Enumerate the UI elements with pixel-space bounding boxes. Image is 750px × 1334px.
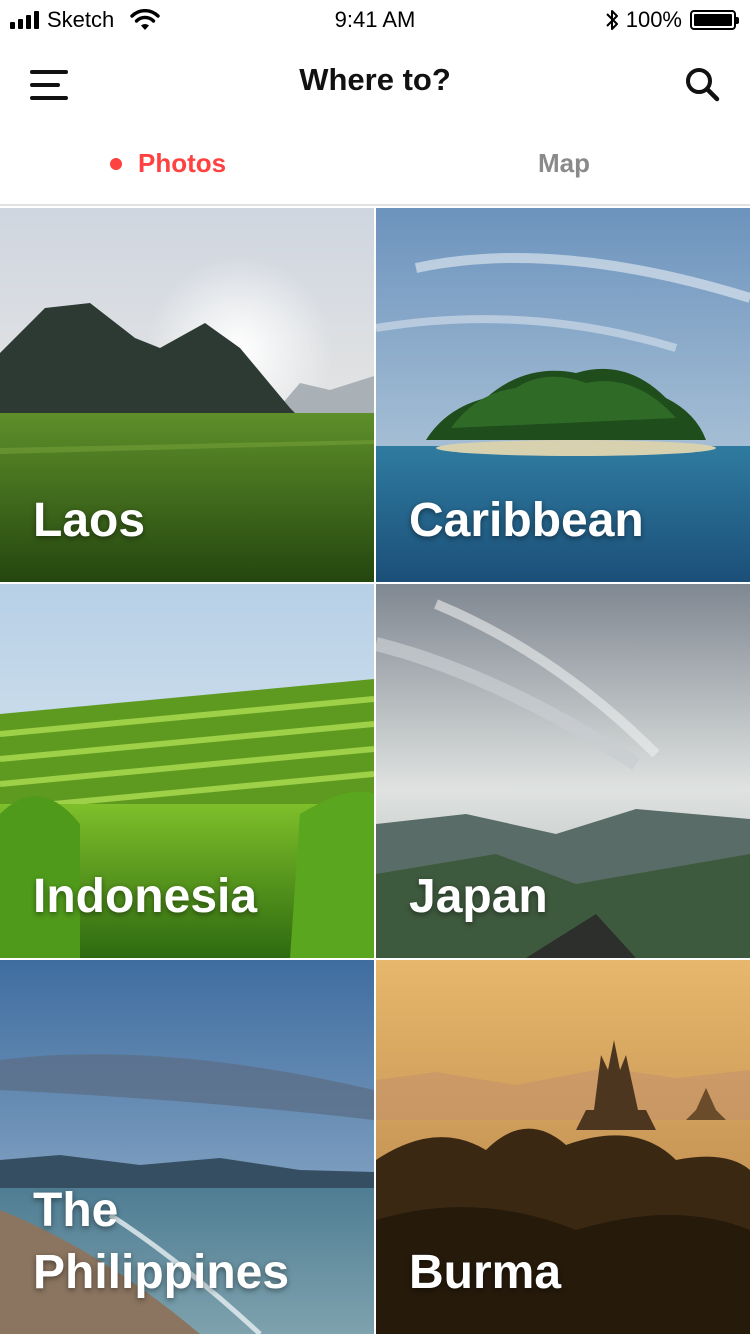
- menu-icon[interactable]: [30, 70, 68, 100]
- battery-percentage: 100%: [625, 7, 682, 32]
- destination-tile-the-philippines[interactable]: The Philippines: [0, 960, 374, 1334]
- tab-photos[interactable]: Photos: [110, 148, 226, 179]
- destination-tile-laos[interactable]: Laos: [0, 208, 374, 582]
- destination-tile-japan[interactable]: Japan: [376, 584, 750, 958]
- nav-bar: Where to?: [0, 40, 750, 128]
- search-icon[interactable]: [684, 66, 720, 102]
- tab-photos-label: Photos: [138, 148, 227, 178]
- destination-tile-caribbean[interactable]: Caribbean: [376, 208, 750, 582]
- battery-icon: [690, 10, 739, 30]
- destination-tile-burma[interactable]: Burma: [376, 960, 750, 1334]
- active-indicator-dot: [110, 157, 122, 170]
- destination-name: Caribbean: [409, 494, 644, 547]
- segmented-tabs: Photos Map: [0, 128, 750, 206]
- destination-name: Laos: [33, 494, 146, 547]
- status-right: 100%: [604, 7, 739, 33]
- tab-map-label: Map: [538, 148, 590, 178]
- destination-name: Japan: [409, 870, 548, 923]
- destination-name: Burma: [409, 1246, 562, 1299]
- destination-name: Indonesia: [33, 870, 258, 923]
- destination-name: The Philippines: [33, 1184, 290, 1299]
- bluetooth-icon: [606, 10, 618, 30]
- destination-tile-indonesia[interactable]: Indonesia: [0, 584, 374, 958]
- tab-map[interactable]: Map: [538, 148, 590, 179]
- status-bar: Sketch 9:41 AM 100%: [0, 0, 750, 40]
- destination-grid: Laos Caribbean Indonesia Japan The Phili…: [0, 208, 750, 1334]
- page-title: Where to?: [299, 62, 451, 97]
